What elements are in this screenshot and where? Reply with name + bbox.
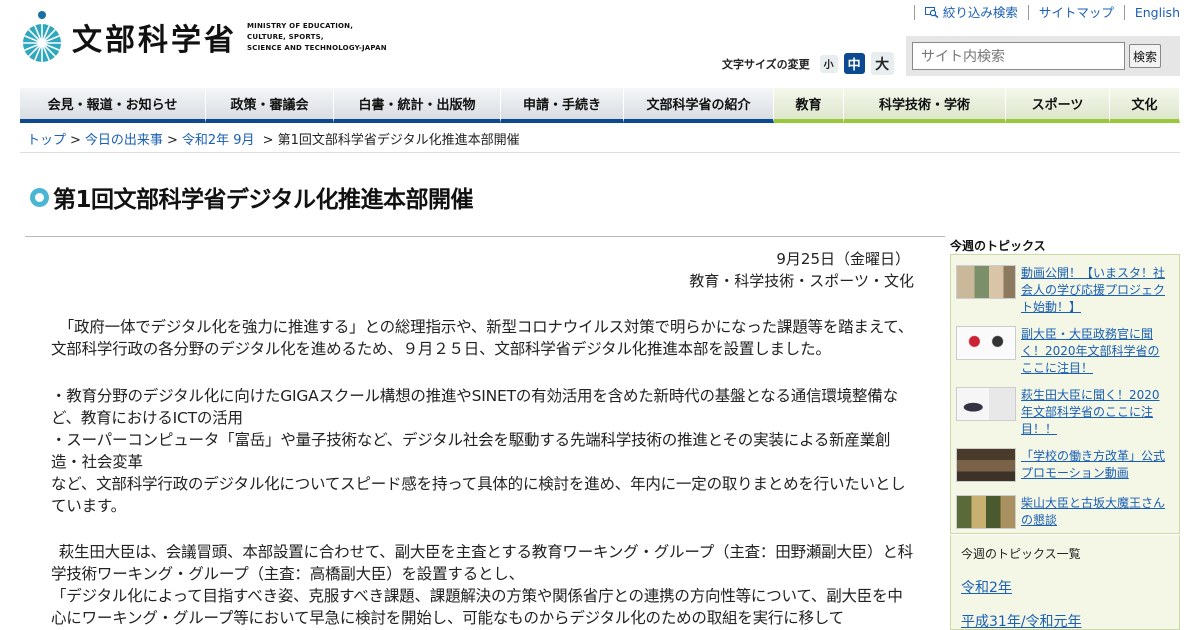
breadcrumb: トップ > 今日の出来事 > 令和2年 9月 > 第1回文部科学省デジタル化推進本部開催 <box>27 133 520 148</box>
nav-item-publications[interactable]: 白書・統計・出版物 <box>334 88 501 123</box>
font-size-large-button[interactable]: 大 <box>870 52 894 75</box>
font-size-small-button[interactable]: 小 <box>819 54 838 73</box>
topic-item: 萩生田大臣に聞く！2020年文部科学省のここに注目！！ <box>956 387 1171 438</box>
font-size-medium-button[interactable]: 中 <box>843 53 865 74</box>
topic-item: 副大臣・大臣政務官に聞く！2020年文部科学省のここに注目！ <box>956 326 1171 377</box>
bullet-science: ・スーパーコンピュータ「富岳」や量子技術など、デジタル社会を駆動する先端科学技術… <box>51 431 891 471</box>
sitemap-link[interactable]: サイトマップ <box>1027 5 1124 20</box>
logo-english-name: MINISTRY OF EDUCATION, CULTURE, SPORTS, … <box>247 21 387 52</box>
topic-thumbnail[interactable] <box>956 265 1016 299</box>
topic-link[interactable]: 柴山大臣と古坂大魔王さんの懇談 <box>1021 495 1171 529</box>
nav-item-press[interactable]: 会見・報道・お知らせ <box>20 88 206 123</box>
breadcrumb-today[interactable]: 今日の出来事 <box>85 133 163 148</box>
topic-link[interactable]: 「学校の働き方改革」公式プロモーション動画 <box>1021 448 1171 482</box>
utility-links: 絞り込み検索 サイトマップ English <box>913 5 1180 20</box>
breadcrumb-divider <box>20 152 1180 153</box>
article-paragraph-3: 萩生田大臣は、会議冒頭、本部設置に合わせて、副大臣を主査とする教育ワーキング・グ… <box>51 543 913 627</box>
topic-item: 動画公開！【いまスタ！社会人の学び応援プロジェクト始動！】 <box>956 265 1171 316</box>
topic-thumbnail[interactable] <box>956 387 1016 421</box>
topic-thumbnail[interactable] <box>956 448 1016 482</box>
filter-search-icon <box>924 7 939 18</box>
topic-link[interactable]: 動画公開！【いまスタ！社会人の学び応援プロジェクト始動！】 <box>1021 265 1171 316</box>
ministry-logo[interactable]: 文部科学省 MINISTRY OF EDUCATION, CULTURE, SP… <box>20 10 387 64</box>
search-button[interactable]: 検索 <box>1129 44 1161 68</box>
breadcrumb-month[interactable]: 令和2年 9月 <box>182 133 255 148</box>
topic-thumbnail[interactable] <box>956 326 1016 360</box>
sidebar-heading: 今週のトピックス <box>950 239 1046 253</box>
nav-item-education[interactable]: 教育 <box>774 88 844 123</box>
title-bullet-icon <box>30 187 49 207</box>
search-input[interactable] <box>912 42 1125 70</box>
global-nav: 会見・報道・お知らせ 政策・審議会 白書・統計・出版物 申請・手続き 文部科学省… <box>20 88 1180 123</box>
breadcrumb-current: 第1回文部科学省デジタル化推進本部開催 <box>277 133 520 148</box>
bullet-summary: など、文部科学行政のデジタル化についてスピード感を持って具体的に検討を進め、年内… <box>51 475 906 515</box>
title-divider <box>25 236 945 237</box>
topic-link[interactable]: 萩生田大臣に聞く！2020年文部科学省のここに注目！！ <box>1021 387 1171 438</box>
year-link-reiwa1[interactable]: 平成31年/令和元年 <box>961 611 1082 630</box>
topic-item: 「学校の働き方改革」公式プロモーション動画 <box>956 448 1171 482</box>
article-paragraph-2: ・教育分野のデジタル化に向けたGIGAスクール構想の推進やSINETの有効活用を… <box>51 385 917 517</box>
article-category: 教育・科学技術・スポーツ・文化 <box>689 272 914 290</box>
nav-item-culture[interactable]: 文化 <box>1110 88 1180 123</box>
font-size-switcher: 文字サイズの変更 小 中 大 <box>722 52 894 75</box>
article-paragraph-1: 「政府一体でデジタル化を強力に推進する」との総理指示や、新型コロナウイルス対策で… <box>51 318 914 358</box>
site-search: 検索 <box>906 36 1180 76</box>
nav-item-science[interactable]: 科学技術・学術 <box>844 88 1006 123</box>
logo-emblem-icon <box>23 11 61 62</box>
topic-thumbnail[interactable] <box>956 495 1016 529</box>
page-title-text: 第1回文部科学省デジタル化推進本部開催 <box>53 187 474 213</box>
sidebar-topic-list: 今週のトピックス一覧 令和2年 平成31年/令和元年 <box>950 535 1180 630</box>
bullet-education: ・教育分野のデジタル化に向けたGIGAスクール構想の推進やSINETの有効活用を… <box>51 387 898 427</box>
logo-text: 文部科学省 <box>72 23 237 58</box>
filter-search-link[interactable]: 絞り込み検索 <box>913 5 1028 20</box>
breadcrumb-top[interactable]: トップ <box>27 133 66 148</box>
nav-item-policy[interactable]: 政策・審議会 <box>206 88 334 123</box>
page-title: 第1回文部科学省デジタル化推進本部開催 <box>30 180 474 214</box>
topic-item: 柴山大臣と古坂大魔王さんの懇談 <box>956 495 1171 529</box>
article-date: 9月25日（金曜日） <box>776 250 910 268</box>
font-size-label: 文字サイズの変更 <box>722 57 810 71</box>
year-link-reiwa2[interactable]: 令和2年 <box>961 577 1012 597</box>
english-link[interactable]: English <box>1123 5 1180 20</box>
topic-link[interactable]: 副大臣・大臣政務官に聞く！2020年文部科学省のここに注目！ <box>1021 326 1171 377</box>
nav-item-about[interactable]: 文部科学省の紹介 <box>624 88 774 123</box>
nav-item-sports[interactable]: スポーツ <box>1006 88 1110 123</box>
sidebar-topics: 動画公開！【いまスタ！社会人の学び応援プロジェクト始動！】 副大臣・大臣政務官に… <box>950 254 1180 534</box>
topic-list-title: 今週のトピックス一覧 <box>961 547 1081 561</box>
nav-item-applications[interactable]: 申請・手続き <box>501 88 624 123</box>
